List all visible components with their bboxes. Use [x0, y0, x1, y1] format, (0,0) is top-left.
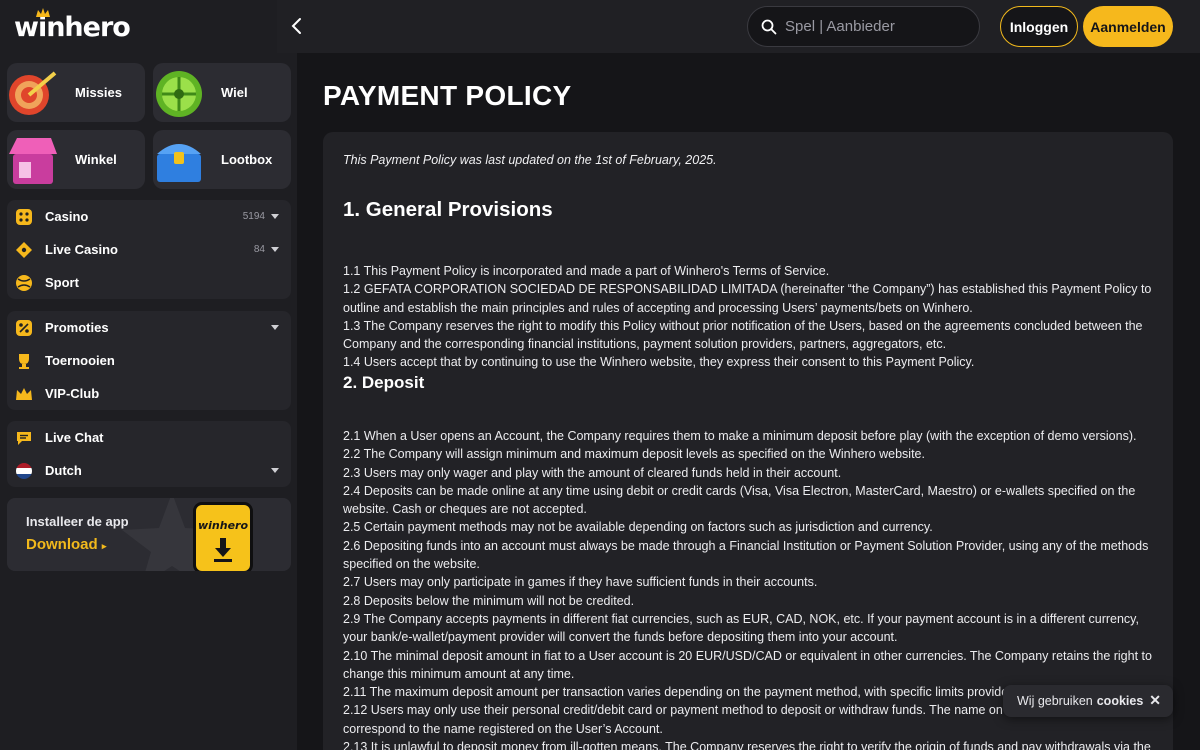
logo-crown-icon [36, 8, 50, 17]
section-heading: 1. General Provisions [343, 198, 553, 221]
nl-flag-icon [14, 461, 34, 481]
chevron-down-icon[interactable] [271, 214, 279, 219]
sidebar-item-label: Promoties [45, 320, 109, 335]
diamond-icon [14, 240, 34, 260]
sidebar: winhero Missies Wiel Winkel Lootbox Casi… [0, 0, 297, 750]
paragraph: 2.8 Deposits below the minimum will not … [343, 593, 635, 608]
download-icon [214, 538, 232, 562]
sidebar-item-live-chat[interactable]: Live Chat [7, 421, 291, 454]
paragraph: 2.10 The minimal deposit amount in fiat … [343, 648, 1152, 681]
search-icon [761, 19, 777, 34]
chevron-down-icon[interactable] [271, 247, 279, 252]
chest-icon [157, 144, 201, 182]
nav-group-promotions: Promoties Toernooien VIP-Club [7, 311, 291, 410]
signup-button[interactable]: Aanmelden [1083, 6, 1173, 47]
paragraph: 2.1 When a User opens an Account, the Co… [343, 429, 1137, 443]
sidebar-item-live-casino[interactable]: Live Casino 84 [7, 233, 291, 266]
game-count: 5194 [242, 211, 265, 222]
top-bar: Inloggen Aanmelden [277, 0, 1200, 53]
section-heading: 2. Deposit [343, 373, 425, 392]
dice-icon [14, 207, 34, 227]
sidebar-item-label: Sport [45, 275, 79, 290]
logo-text: winhero [14, 11, 131, 43]
paragraph: 2.9 The Company accepts payments in diff… [343, 611, 1139, 645]
paragraph: 2.5 Certain payment methods may not be a… [343, 520, 933, 535]
sidebar-item-vip-club[interactable]: VIP-Club [7, 377, 291, 410]
cookie-link[interactable]: cookies [1097, 694, 1144, 708]
phone-illustration: winhero [193, 502, 253, 571]
login-button[interactable]: Inloggen [1000, 6, 1078, 47]
crown-icon [14, 384, 34, 404]
feature-tiles: Missies Wiel Winkel Lootbox [7, 63, 291, 189]
sidebar-item-sport[interactable]: Sport [7, 266, 291, 299]
sidebar-item-casino[interactable]: Casino 5194 [7, 200, 291, 233]
paragraph: 1.2 GEFATA CORPORATION SOCIEDAD DE RESPO… [343, 282, 1152, 315]
sidebar-item-label: Live Chat [45, 430, 104, 445]
paragraph: 2.7 Users may only participate in games … [343, 575, 818, 590]
sidebar-item-label: VIP-Club [45, 386, 100, 401]
language-label: Dutch [45, 463, 82, 478]
language-selector[interactable]: Dutch [7, 454, 291, 487]
paragraph: 2.4 Deposits can be made online at any t… [343, 483, 1136, 517]
last-updated-note: This Payment Policy was last updated on … [343, 153, 717, 167]
policy-content: This Payment Policy was last updated on … [323, 132, 1173, 750]
paragraph: 2.13 It is unlawful to deposit money fro… [343, 740, 1151, 750]
trophy-icon [14, 351, 34, 371]
sidebar-item-promoties[interactable]: Promoties [7, 311, 291, 344]
paragraph: 1.4 Users accept that by continuing to u… [343, 355, 975, 370]
tile-lootbox[interactable]: Lootbox [153, 130, 291, 189]
paragraph: 2.2 The Company will assign minimum and … [343, 447, 925, 462]
tile-label: Lootbox [221, 152, 273, 167]
chat-icon [14, 428, 34, 448]
chevron-down-icon[interactable] [271, 468, 279, 473]
close-icon[interactable]: ✕ [1149, 692, 1161, 709]
tile-label: Winkel [75, 152, 117, 167]
tile-wiel[interactable]: Wiel [153, 63, 291, 122]
search-input[interactable] [785, 18, 965, 35]
nav-group-games: Casino 5194 Live Casino 84 Sport [7, 200, 291, 299]
chevron-left-icon[interactable] [287, 16, 307, 36]
download-link[interactable]: Download ▸ [26, 536, 106, 553]
paragraph: 2.6 Depositing funds into an account mus… [343, 538, 1149, 572]
sidebar-item-toernooien[interactable]: Toernooien [7, 344, 291, 377]
install-title: Installeer de app [26, 514, 129, 529]
install-app-banner[interactable]: Installeer de app Download ▸ winhero [7, 498, 291, 571]
cookie-banner: Wij gebruiken cookies ✕ [1003, 685, 1173, 717]
sidebar-item-label: Casino [45, 209, 89, 224]
paragraph: 2.3 Users may only wager and play with t… [343, 465, 842, 480]
shop-icon [9, 138, 57, 184]
tile-missies[interactable]: Missies [7, 63, 145, 122]
paragraph: 1.1 This Payment Policy is incorporated … [343, 264, 830, 278]
target-icon [9, 71, 57, 115]
paragraph: 1.3 The Company reserves the right to mo… [343, 318, 1143, 352]
tile-label: Wiel [221, 85, 248, 100]
logo[interactable]: winhero [14, 8, 131, 44]
ball-icon [14, 273, 34, 293]
tile-label: Missies [75, 85, 122, 100]
cookie-text: Wij gebruiken [1017, 694, 1093, 708]
page-title: PAYMENT POLICY [323, 80, 572, 111]
nav-group-support: Live Chat Dutch [7, 421, 291, 487]
chevron-down-icon[interactable] [271, 325, 279, 330]
search-box[interactable] [747, 6, 980, 47]
section-body: 1.1 This Payment Policy is incorporated … [343, 262, 1155, 372]
sidebar-item-label: Toernooien [45, 353, 115, 368]
game-count: 84 [253, 244, 265, 255]
sidebar-item-label: Live Casino [45, 242, 118, 257]
percent-icon [14, 318, 34, 338]
tile-winkel[interactable]: Winkel [7, 130, 145, 189]
wheel-icon [156, 71, 202, 117]
